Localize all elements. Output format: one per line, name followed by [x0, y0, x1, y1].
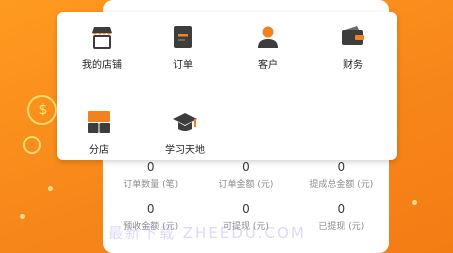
- menu-item-my-store[interactable]: 我的店铺: [62, 24, 142, 71]
- watermark: 最新下载 ZHEEDU.COM: [108, 224, 306, 242]
- graduation-cap-icon: [172, 109, 198, 135]
- stats-row: 0 订单数量 (笔) 0 订单金额 (元) 0 提成总金额 (元): [103, 160, 389, 202]
- stat-label: 订单金额 (元): [218, 180, 274, 190]
- menu-item-label: 订单: [173, 60, 193, 71]
- stat-value: 0: [242, 160, 250, 174]
- decorative-dot: [412, 200, 417, 205]
- menu-item-finance[interactable]: 财务: [313, 24, 393, 71]
- decorative-dot: [20, 214, 25, 219]
- menu-item-label: 财务: [343, 60, 363, 71]
- stat-value: 0: [146, 202, 155, 216]
- menu-item-label: 我的店铺: [82, 60, 122, 71]
- menu-item-label: 学习天地: [165, 145, 205, 156]
- stat-value: 0: [337, 160, 346, 174]
- storefront-icon: [89, 24, 115, 50]
- stat-order-amount[interactable]: 0 订单金额 (元): [198, 160, 293, 202]
- quick-menu-popup: 我的店铺 订单 客户 财务 分店 学习天地: [57, 12, 397, 160]
- decorative-dot: [48, 186, 53, 191]
- wallet-icon: [340, 24, 366, 50]
- menu-item-orders[interactable]: 订单: [143, 24, 223, 71]
- stat-value: 0: [242, 202, 250, 216]
- stat-commission-total[interactable]: 0 提成总金额 (元): [294, 160, 389, 202]
- coin-icon: $: [38, 102, 48, 118]
- stat-value: 0: [146, 160, 155, 174]
- branch-blocks-icon: [86, 109, 112, 135]
- stat-label: 订单数量 (笔): [123, 180, 179, 190]
- menu-item-label: 分店: [89, 145, 109, 156]
- customer-person-icon: [255, 24, 281, 50]
- stat-order-count[interactable]: 0 订单数量 (笔): [103, 160, 198, 202]
- menu-item-label: 客户: [258, 60, 278, 71]
- menu-item-branches[interactable]: 分店: [59, 109, 139, 156]
- stat-label: 提成总金额 (元): [309, 180, 374, 190]
- menu-item-customers[interactable]: 客户: [228, 24, 308, 71]
- decorative-ring: [23, 136, 41, 154]
- order-document-icon: [170, 24, 196, 50]
- stat-value: 0: [337, 202, 346, 216]
- menu-item-learning[interactable]: 学习天地: [145, 109, 225, 156]
